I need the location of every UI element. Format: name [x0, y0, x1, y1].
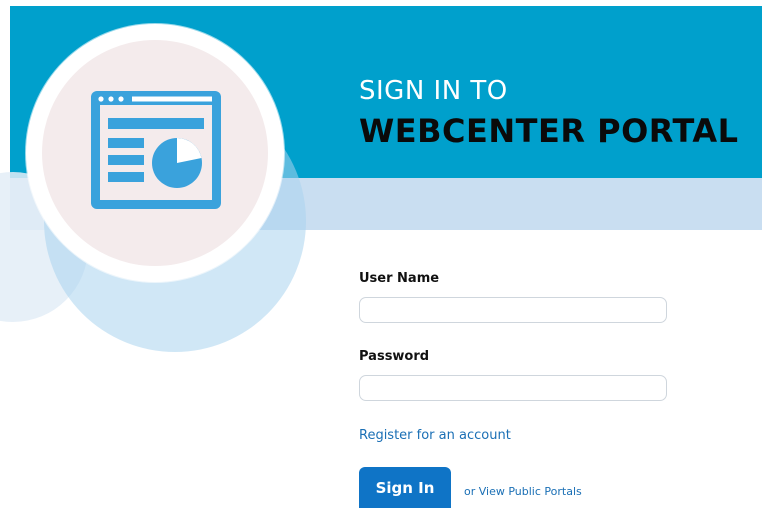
password-input[interactable] [359, 375, 667, 401]
username-label: User Name [359, 271, 440, 286]
title-webcenter-portal: WEBCENTER PORTAL [359, 112, 739, 150]
username-input[interactable] [359, 297, 667, 323]
login-page: SIGN IN TO WEBCENTER PORTAL User Name Pa… [0, 0, 762, 508]
view-public-portals-link[interactable]: or View Public Portals [464, 485, 582, 498]
dashboard-window-icon [91, 91, 221, 209]
sign-in-button[interactable]: Sign In [359, 467, 451, 508]
register-link[interactable]: Register for an account [359, 428, 511, 443]
password-label: Password [359, 349, 430, 364]
title-sign-in-to: SIGN IN TO [359, 76, 508, 106]
